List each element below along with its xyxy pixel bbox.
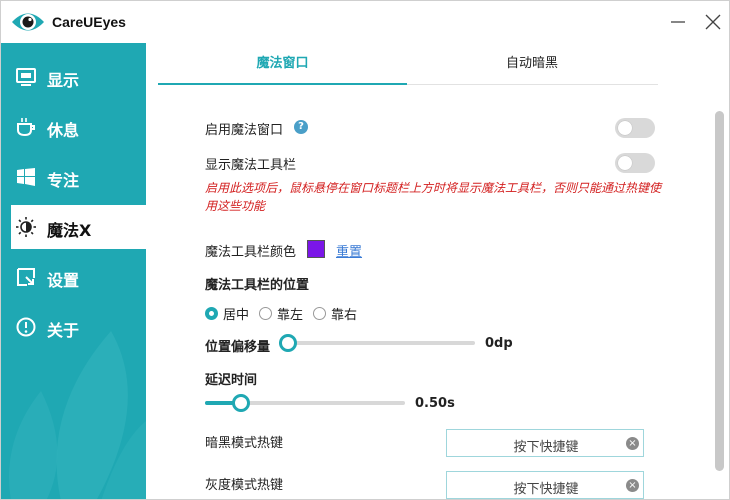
toolbar-position-label: 魔法工具栏的位置 <box>205 278 310 293</box>
sidebar-item-magic[interactable]: 魔法X <box>11 205 146 249</box>
enable-magic-window-label: 启用魔法窗口 <box>205 123 284 138</box>
settings-panel: 启用魔法窗口 ? 显示魔法工具栏 启用此选项后，鼠标悬停在窗口标题栏上方时将显示… <box>158 85 718 499</box>
vertical-scrollbar[interactable] <box>715 85 724 499</box>
tab-auto-dark[interactable]: 自动暗黑 <box>407 43 657 85</box>
app-title: CareUEyes <box>52 14 126 30</box>
show-magic-toolbar-label: 显示魔法工具栏 <box>205 158 297 173</box>
sidebar-item-label: 显示 <box>47 71 80 90</box>
close-icon[interactable] <box>700 9 726 35</box>
help-icon[interactable]: ? <box>294 120 308 134</box>
delay-value: 0.50s <box>415 396 455 411</box>
toolbar-color-label: 魔法工具栏颜色 <box>205 245 297 260</box>
app-window: CareUEyes 显示 休息 专注 魔法X 设置 关于 魔法窗口 自动暗黑 启… <box>0 0 730 500</box>
sidebar-item-label: 关于 <box>47 321 80 340</box>
position-center-radio[interactable]: 居中 <box>205 304 249 323</box>
dark-hotkey-label: 暗黑模式热键 <box>205 436 284 451</box>
hotkey-placeholder: 按下快捷键 <box>513 440 579 455</box>
radio-dot <box>205 307 218 320</box>
radio-dot <box>259 307 272 320</box>
tab-bar: 魔法窗口 自动暗黑 <box>158 43 658 85</box>
sidebar-item-about[interactable]: 关于 <box>1 305 146 349</box>
position-offset-value: 0dp <box>485 336 513 351</box>
enable-magic-window-toggle[interactable] <box>615 118 655 138</box>
sun-moon-icon <box>16 217 36 237</box>
position-left-radio[interactable]: 靠左 <box>259 304 303 323</box>
info-icon <box>16 317 36 337</box>
settings-icon <box>17 268 35 286</box>
delay-label: 延迟时间 <box>205 373 258 388</box>
dark-hotkey-field[interactable]: 按下快捷键 × <box>446 429 644 457</box>
title-bar: CareUEyes <box>1 1 729 43</box>
sidebar-item-settings[interactable]: 设置 <box>1 255 146 299</box>
reset-color-link[interactable]: 重置 <box>336 241 362 260</box>
radio-label: 靠右 <box>331 308 358 323</box>
monitor-icon <box>16 68 36 86</box>
gray-hotkey-field[interactable]: 按下快捷键 × <box>446 471 644 499</box>
toggle-knob <box>618 121 632 135</box>
eye-logo-icon <box>12 13 44 31</box>
toolbar-color-swatch[interactable] <box>307 240 325 258</box>
position-right-radio[interactable]: 靠右 <box>313 304 357 323</box>
sidebar-item-label: 设置 <box>47 271 80 290</box>
position-offset-label: 位置偏移量 <box>205 340 271 355</box>
sidebar-item-rest[interactable]: 休息 <box>1 105 146 149</box>
windows-icon <box>17 168 35 186</box>
gray-hotkey-label: 灰度模式热键 <box>205 478 284 493</box>
show-magic-toolbar-toggle[interactable] <box>615 153 655 173</box>
clear-icon[interactable]: × <box>626 437 639 450</box>
minimize-icon[interactable] <box>665 9 691 35</box>
scrollbar-thumb[interactable] <box>715 111 724 471</box>
clear-icon[interactable]: × <box>626 479 639 492</box>
radio-dot <box>313 307 326 320</box>
sidebar-item-label: 休息 <box>47 121 80 140</box>
radio-label: 靠左 <box>277 308 304 323</box>
slider-track <box>279 341 475 345</box>
toolbar-hint-note: 启用此选项后，鼠标悬停在窗口标题栏上方时将显示魔法工具栏，否则只能通过热键使用这… <box>205 181 662 213</box>
delay-slider[interactable] <box>205 394 405 412</box>
hotkey-placeholder: 按下快捷键 <box>513 482 579 497</box>
sidebar-item-display[interactable]: 显示 <box>1 55 146 99</box>
tab-magic-window[interactable]: 魔法窗口 <box>158 43 407 85</box>
sidebar-item-label: 专注 <box>47 171 80 190</box>
sidebar-item-label: 魔法X <box>47 221 92 240</box>
sidebar: 显示 休息 专注 魔法X 设置 关于 <box>1 43 146 499</box>
toggle-knob <box>618 156 632 170</box>
position-offset-slider[interactable] <box>279 334 475 352</box>
radio-label: 居中 <box>223 308 250 323</box>
coffee-cup-icon <box>17 118 35 137</box>
slider-thumb[interactable] <box>232 394 251 412</box>
sidebar-item-focus[interactable]: 专注 <box>1 155 146 199</box>
slider-thumb[interactable] <box>279 334 297 352</box>
